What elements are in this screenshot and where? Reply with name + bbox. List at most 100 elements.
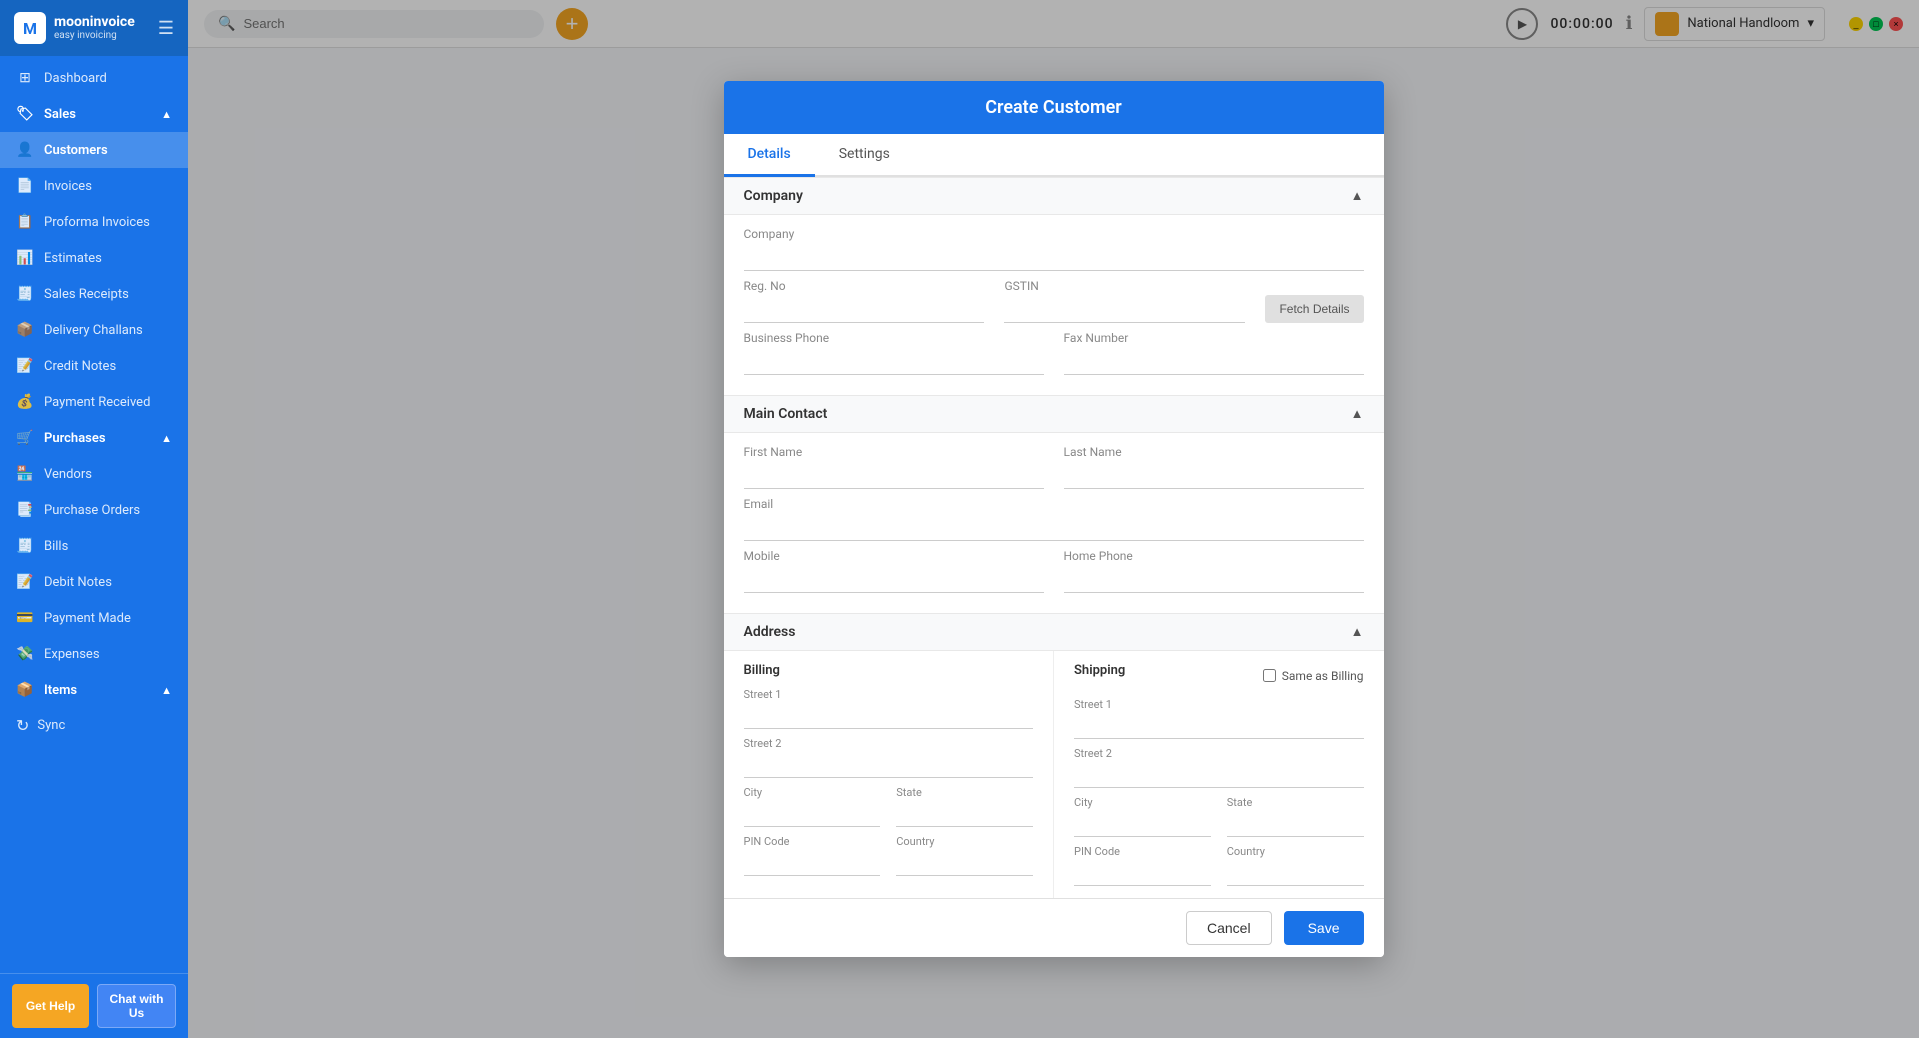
shipping-city-input[interactable] xyxy=(1074,811,1211,837)
email-input[interactable] xyxy=(744,513,1364,541)
sidebar-item-payment-made[interactable]: 💳 Payment Made xyxy=(0,600,188,636)
gstin-field: GSTIN xyxy=(1004,279,1245,323)
home-phone-input[interactable] xyxy=(1064,565,1364,593)
get-help-button[interactable]: Get Help xyxy=(12,984,89,1028)
hamburger-icon[interactable]: ☰ xyxy=(158,18,174,39)
billing-city-state-row: City State xyxy=(744,786,1034,827)
sidebar-item-invoices[interactable]: 📄 Invoices xyxy=(0,168,188,204)
gstin-label: GSTIN xyxy=(1004,279,1245,293)
billing-city-field: City xyxy=(744,786,881,827)
company-form-content: Company Reg. No GSTIN xyxy=(724,215,1384,395)
mobile-input[interactable] xyxy=(744,565,1044,593)
first-name-input[interactable] xyxy=(744,461,1044,489)
billing-label: Billing xyxy=(744,663,1034,678)
shipping-street1-label: Street 1 xyxy=(1074,698,1364,711)
shipping-street1-input[interactable] xyxy=(1074,713,1364,739)
sidebar-item-payment-received[interactable]: 💰 Payment Received xyxy=(0,384,188,420)
sidebar-item-bills[interactable]: 🧾 Bills xyxy=(0,528,188,564)
shipping-city-field: City xyxy=(1074,796,1211,837)
sidebar-item-label: Payment Received xyxy=(44,395,150,410)
company-label: Company xyxy=(744,227,1364,241)
gstin-input[interactable] xyxy=(1004,295,1245,323)
invoices-icon: 📄 xyxy=(16,178,34,194)
mobile-field: Mobile xyxy=(744,549,1044,593)
shipping-country-input[interactable] xyxy=(1227,860,1364,886)
billing-state-input[interactable] xyxy=(896,801,1033,827)
sidebar-item-label: Delivery Challans xyxy=(44,323,143,338)
shipping-pin-label: PIN Code xyxy=(1074,845,1211,858)
sidebar-item-credit-notes[interactable]: 📝 Credit Notes xyxy=(0,348,188,384)
billing-pin-field: PIN Code xyxy=(744,835,881,876)
sidebar-item-vendors[interactable]: 🏪 Vendors xyxy=(0,456,188,492)
sidebar-item-estimates[interactable]: 📊 Estimates xyxy=(0,240,188,276)
last-name-input[interactable] xyxy=(1064,461,1364,489)
reg-gstin-row: Reg. No GSTIN Fetch Details xyxy=(744,279,1364,323)
content-area: Create Customer Details Settings Company… xyxy=(188,48,1919,1038)
sidebar-item-debit-notes[interactable]: 📝 Debit Notes xyxy=(0,564,188,600)
last-name-label: Last Name xyxy=(1064,445,1364,459)
estimates-icon: 📊 xyxy=(16,250,34,266)
sidebar-item-expenses[interactable]: 💸 Expenses xyxy=(0,636,188,672)
tab-details[interactable]: Details xyxy=(724,134,815,177)
sidebar-item-label: Purchases xyxy=(44,431,106,446)
main-contact-section-header[interactable]: Main Contact ▲ xyxy=(724,395,1384,433)
sidebar-item-label: Sales xyxy=(44,107,76,122)
sidebar-item-label: Items xyxy=(44,683,77,698)
sidebar-item-items[interactable]: 📦 Items ▲ xyxy=(0,672,188,708)
address-section-title: Address xyxy=(744,624,796,640)
shipping-state-input[interactable] xyxy=(1227,811,1364,837)
chevron-up-icon: ▲ xyxy=(161,108,172,121)
chevron-up-icon: ▲ xyxy=(161,432,172,445)
fetch-details-button[interactable]: Fetch Details xyxy=(1265,295,1363,323)
sidebar: M mooninvoice easy invoicing ☰ ⊞ Dashboa… xyxy=(0,0,188,1038)
dashboard-icon: ⊞ xyxy=(16,70,34,86)
billing-country-input[interactable] xyxy=(896,850,1033,876)
billing-street2-input[interactable] xyxy=(744,752,1034,778)
sidebar-item-purchases[interactable]: 🛒 Purchases ▲ xyxy=(0,420,188,456)
sync-icon: ↻ xyxy=(16,716,29,735)
sidebar-item-customers[interactable]: 👤 Customers xyxy=(0,132,188,168)
tab-settings[interactable]: Settings xyxy=(815,134,914,177)
fax-number-field: Fax Number xyxy=(1064,331,1364,375)
shipping-city-state-row: City State xyxy=(1074,796,1364,837)
address-section-header[interactable]: Address ▲ xyxy=(724,613,1384,651)
company-section-header[interactable]: Company ▲ xyxy=(724,177,1384,215)
sidebar-nav: ⊞ Dashboard 🏷 Sales ▲ 👤 Customers 📄 Invo… xyxy=(0,56,188,973)
purchases-icon: 🛒 xyxy=(16,430,34,446)
shipping-street2-field: Street 2 xyxy=(1074,747,1364,788)
billing-city-input[interactable] xyxy=(744,801,881,827)
billing-street1-input[interactable] xyxy=(744,703,1034,729)
items-icon: 📦 xyxy=(16,682,34,698)
fax-number-input[interactable] xyxy=(1064,347,1364,375)
sidebar-item-sales-receipts[interactable]: 🧾 Sales Receipts xyxy=(0,276,188,312)
shipping-pin-input[interactable] xyxy=(1074,860,1211,886)
sidebar-item-dashboard[interactable]: ⊞ Dashboard xyxy=(0,60,188,96)
sidebar-item-delivery-challans[interactable]: 📦 Delivery Challans xyxy=(0,312,188,348)
sidebar-item-proforma-invoices[interactable]: 📋 Proforma Invoices xyxy=(0,204,188,240)
expenses-icon: 💸 xyxy=(16,646,34,662)
delivery-icon: 📦 xyxy=(16,322,34,338)
chat-with-us-button[interactable]: Chat with Us xyxy=(97,984,176,1028)
main-area: 🔍 + ▶ 00:00:00 ℹ National Handloom ▾ _ □… xyxy=(188,0,1919,1038)
business-phone-input[interactable] xyxy=(744,347,1044,375)
sidebar-item-label: Invoices xyxy=(44,179,92,194)
sidebar-item-sales[interactable]: 🏷 Sales ▲ xyxy=(0,96,188,132)
chevron-up-icon: ▲ xyxy=(1351,188,1364,204)
billing-address-col: Billing Street 1 Street 2 xyxy=(724,651,1055,898)
main-contact-section-title: Main Contact xyxy=(744,406,828,422)
company-input[interactable] xyxy=(744,243,1364,271)
chevron-up-icon: ▲ xyxy=(161,684,172,697)
proforma-icon: 📋 xyxy=(16,214,34,230)
first-name-field: First Name xyxy=(744,445,1044,489)
save-button[interactable]: Save xyxy=(1284,911,1364,945)
same-as-billing-checkbox[interactable] xyxy=(1263,669,1276,682)
billing-pin-input[interactable] xyxy=(744,850,881,876)
main-contact-form-content: First Name Last Name Email xyxy=(724,433,1384,613)
bills-icon: 🧾 xyxy=(16,538,34,554)
cancel-button[interactable]: Cancel xyxy=(1186,911,1272,945)
reg-no-input[interactable] xyxy=(744,295,985,323)
sidebar-item-purchase-orders[interactable]: 📑 Purchase Orders xyxy=(0,492,188,528)
shipping-street2-input[interactable] xyxy=(1074,762,1364,788)
sidebar-item-sync[interactable]: ↻ Sync xyxy=(0,708,188,743)
sidebar-item-label: Estimates xyxy=(44,251,102,266)
